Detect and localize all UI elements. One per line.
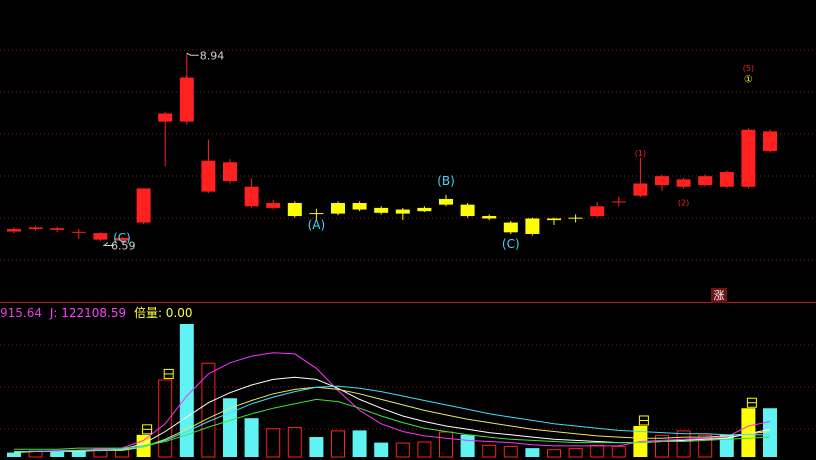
volume-bar	[525, 448, 540, 457]
candle-body	[50, 228, 65, 230]
wave-label: (A)	[308, 218, 326, 232]
volume-bar	[201, 362, 216, 458]
volume-bar	[590, 444, 605, 458]
volume-bar	[460, 434, 475, 457]
volume-bar	[698, 434, 713, 458]
wave-label: (5)	[181, 76, 192, 85]
volume-bar	[115, 449, 129, 458]
volume-bar	[266, 428, 281, 458]
max-arrow	[186, 52, 199, 56]
volume-bar	[223, 398, 237, 457]
candle-body	[395, 209, 410, 214]
volume-bar	[331, 430, 345, 458]
candle-body	[331, 203, 345, 214]
candle-body	[568, 217, 583, 219]
candle-body	[741, 129, 756, 187]
indicator-value: 915.64	[0, 306, 42, 320]
volume-ma-line	[14, 398, 771, 450]
min-price-label: 6.59	[111, 240, 136, 253]
max-price-label: 8.94	[200, 49, 225, 62]
candle-body	[547, 218, 561, 221]
wave-label: (1)	[635, 149, 646, 158]
volume-bar	[287, 427, 302, 458]
wave-label: (5)	[743, 64, 754, 73]
wave-label: ①	[744, 75, 753, 86]
volume-bar	[633, 425, 648, 457]
candle-body	[719, 172, 734, 187]
panel-divider	[0, 302, 816, 303]
volume-bar	[71, 450, 86, 457]
volume-bar	[309, 437, 324, 457]
candle-body	[7, 229, 21, 232]
candle-body	[244, 186, 259, 207]
volume-bar	[655, 434, 669, 458]
volume-bar	[179, 324, 194, 457]
candle-body	[201, 160, 216, 192]
candle-body	[93, 233, 108, 240]
volume-ma-line	[14, 385, 770, 452]
volume-bar	[503, 445, 518, 458]
volume-bar	[741, 408, 756, 457]
volume-bar	[763, 408, 777, 457]
j-value: J: 122108.59	[49, 306, 127, 320]
volume-bar	[547, 449, 561, 458]
candle-body	[439, 198, 453, 205]
volume-bar	[719, 434, 734, 457]
volume-bar	[352, 430, 367, 457]
volume-marker	[638, 415, 649, 426]
candle-body	[525, 218, 540, 234]
volume-bar	[93, 448, 108, 458]
candle-body	[158, 113, 173, 122]
volume-ratio: 倍量: 0.00	[133, 306, 193, 320]
candle-body	[266, 203, 281, 208]
volume-ma-line	[13, 386, 771, 454]
volume-bar	[374, 442, 389, 457]
candle-body	[611, 201, 626, 203]
volume-bar	[482, 444, 497, 458]
candle-body	[136, 188, 151, 223]
volume-bar	[136, 434, 151, 457]
volume-bar	[417, 441, 432, 458]
candle-body	[763, 131, 777, 151]
candle-body	[503, 222, 518, 233]
volume-bar	[439, 431, 453, 458]
volume-bar	[28, 450, 43, 458]
candle-body	[590, 206, 605, 217]
candle-body	[287, 203, 302, 217]
wave-label: (C)	[502, 237, 520, 251]
volume-ma-line	[14, 376, 771, 452]
candle-body	[374, 207, 389, 213]
volume-bar	[395, 442, 410, 458]
candle-body	[352, 203, 367, 210]
candle-body	[223, 162, 237, 182]
volume-bar	[568, 448, 583, 458]
volume-bar	[158, 379, 173, 458]
volume-marker	[163, 368, 174, 379]
volume-bar	[7, 452, 21, 457]
candle-body	[676, 179, 691, 187]
wave-label: (2)	[678, 198, 689, 207]
stock-chart: (C) (A) (B) (C) (5) (1) (2) (5) ① 8.94 6.59 涨 915…	[0, 0, 816, 460]
volume-marker	[746, 397, 757, 408]
candle-body	[482, 216, 497, 219]
candle-body	[633, 183, 648, 196]
candle-body	[417, 207, 432, 212]
volume-marker	[142, 424, 153, 435]
volume-bar	[244, 418, 259, 457]
volume-ma-line	[14, 352, 771, 452]
rise-badge: 涨	[711, 288, 727, 303]
wave-label: (B)	[437, 174, 455, 188]
volume-bar	[50, 451, 65, 457]
candlestick-chart: (C)(A)(B)(C)(5)(1)(2)(5)① 8.946.59	[0, 49, 816, 261]
candle-body	[460, 204, 475, 217]
candle-body	[698, 176, 713, 186]
indicator-bar: 915.64 J: 122108.59 倍量: 0.00	[0, 305, 193, 321]
candle-body	[655, 176, 669, 186]
volume-bar	[676, 430, 691, 458]
candle-body	[28, 227, 43, 230]
volume-bar	[611, 445, 626, 458]
